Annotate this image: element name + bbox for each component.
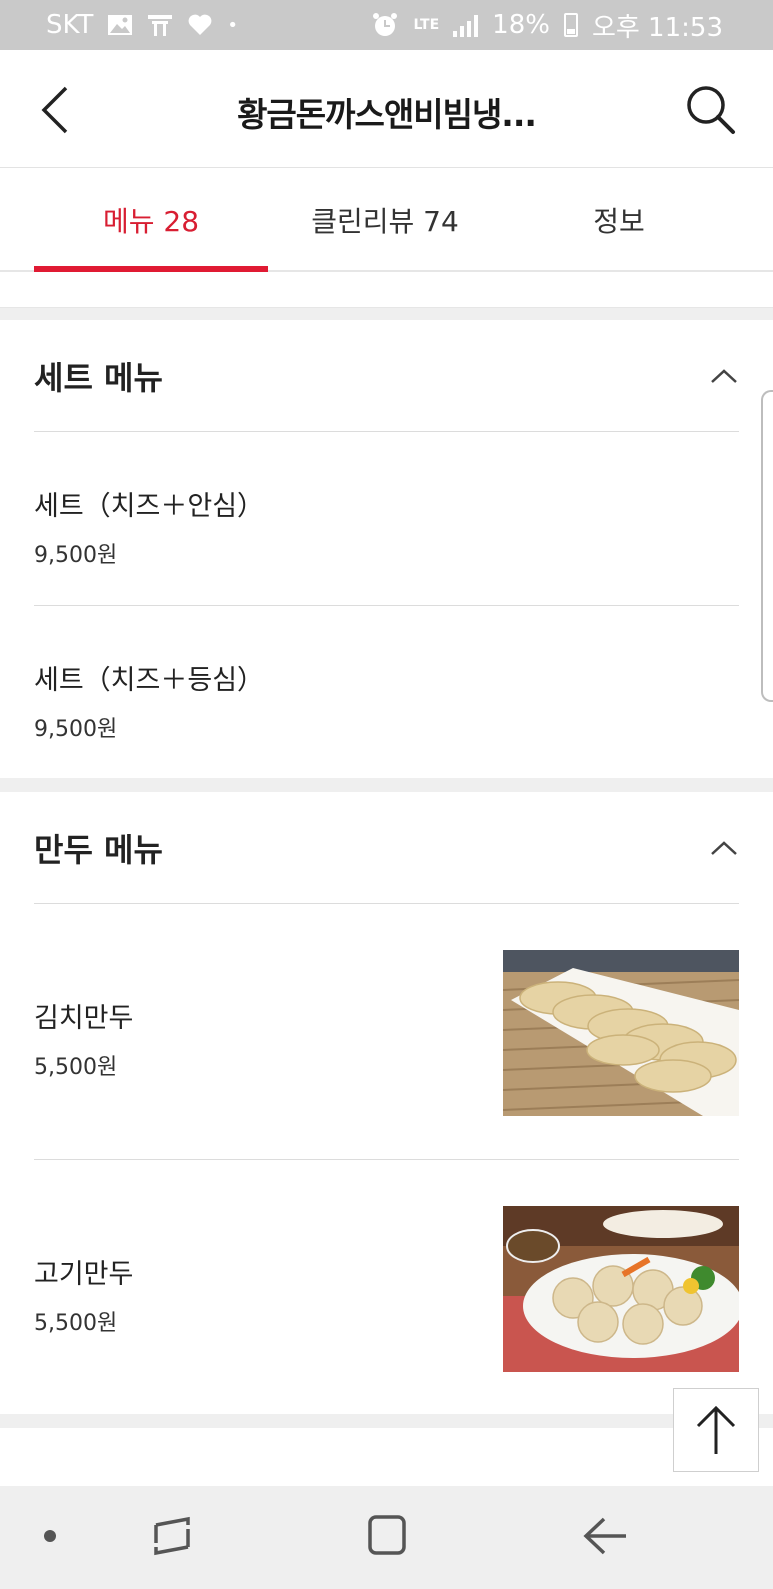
back-arrow-icon[interactable] xyxy=(32,80,84,140)
tab-menu[interactable]: 메뉴 28 xyxy=(34,168,268,272)
section-title: 만두 메뉴 xyxy=(34,830,163,869)
carrier-label: SKT xyxy=(46,10,94,40)
status-left: SKT • xyxy=(46,10,238,40)
search-icon[interactable] xyxy=(681,80,741,140)
status-right: LTE 18% 오후 11:53 xyxy=(371,7,723,44)
system-nav-bar xyxy=(0,1486,773,1589)
alarm-icon xyxy=(373,13,398,36)
menu-item-name: 고기만두 xyxy=(34,1259,134,1290)
menu-item[interactable]: 세트（치즈＋안심） 9,500원 xyxy=(34,432,739,606)
menu-item[interactable]: 고기만두 5,500원 xyxy=(34,1160,739,1416)
section-set-menu: 세트 메뉴 세트（치즈＋안심） 9,500원 세트（치즈＋등심） 9,500원 xyxy=(0,320,773,778)
menu-item-price: 5,500원 xyxy=(34,1055,118,1080)
battery-icon xyxy=(563,13,578,37)
dot-icon[interactable] xyxy=(26,1511,86,1561)
tab-info[interactable]: 정보 xyxy=(502,168,736,272)
menu-item-price: 9,500원 xyxy=(34,717,118,742)
menu-item-name: 세트（치즈＋등심） xyxy=(34,665,265,696)
heart-icon xyxy=(189,14,212,35)
scrollbar-handle[interactable] xyxy=(761,390,773,702)
section-divider xyxy=(0,778,773,792)
menu-item[interactable]: 세트（치즈＋등심） 9,500원 xyxy=(34,606,739,780)
section-divider xyxy=(0,1414,773,1428)
section-divider xyxy=(0,308,773,320)
menu-item-name: 김치만두 xyxy=(34,1003,134,1034)
app-header: 황금돈까스앤비빔냉... xyxy=(0,50,773,168)
arrow-up-icon xyxy=(696,1405,736,1454)
page-title: 황금돈까스앤비빔냉... xyxy=(237,95,537,134)
chevron-up-icon[interactable] xyxy=(709,367,739,385)
dot-icon: • xyxy=(227,14,239,36)
tab-spacer xyxy=(0,272,773,308)
section-header[interactable]: 만두 메뉴 xyxy=(34,792,739,904)
kimchi-dumpling-photo xyxy=(503,950,739,1116)
menu-item-name: 세트（치즈＋안심） xyxy=(34,491,265,522)
meat-dumpling-photo xyxy=(503,1206,739,1372)
tab-clean-review[interactable]: 클린리뷰 74 xyxy=(268,168,502,272)
tab-bar: 메뉴 28 클린리뷰 74 정보 xyxy=(0,168,773,272)
menu-item-price: 5,500원 xyxy=(34,1311,118,1336)
recent-apps-icon[interactable] xyxy=(142,1511,202,1561)
signal-icon xyxy=(453,13,479,37)
scroll-to-top-button[interactable] xyxy=(673,1388,759,1472)
t-app-icon xyxy=(148,15,173,36)
image-icon xyxy=(108,15,133,35)
back-icon[interactable] xyxy=(576,1511,636,1561)
status-bar: SKT • LTE 18% 오후 11:53 xyxy=(0,0,773,50)
menu-item-price: 9,500원 xyxy=(34,543,118,568)
menu-item[interactable]: 김치만두 5,500원 xyxy=(34,904,739,1160)
section-title: 세트 메뉴 xyxy=(34,358,163,397)
chevron-up-icon[interactable] xyxy=(709,839,739,857)
clock: 오후 11:53 xyxy=(591,12,723,43)
home-icon[interactable] xyxy=(358,1511,418,1561)
section-dumpling-menu: 만두 메뉴 김치만두 5,500원 고기만두 5,500원 xyxy=(0,792,773,1414)
battery-percent: 18% xyxy=(492,10,550,40)
next-section-partial xyxy=(0,1428,773,1486)
section-header[interactable]: 세트 메뉴 xyxy=(34,320,739,432)
lte-icon: LTE xyxy=(413,17,440,33)
